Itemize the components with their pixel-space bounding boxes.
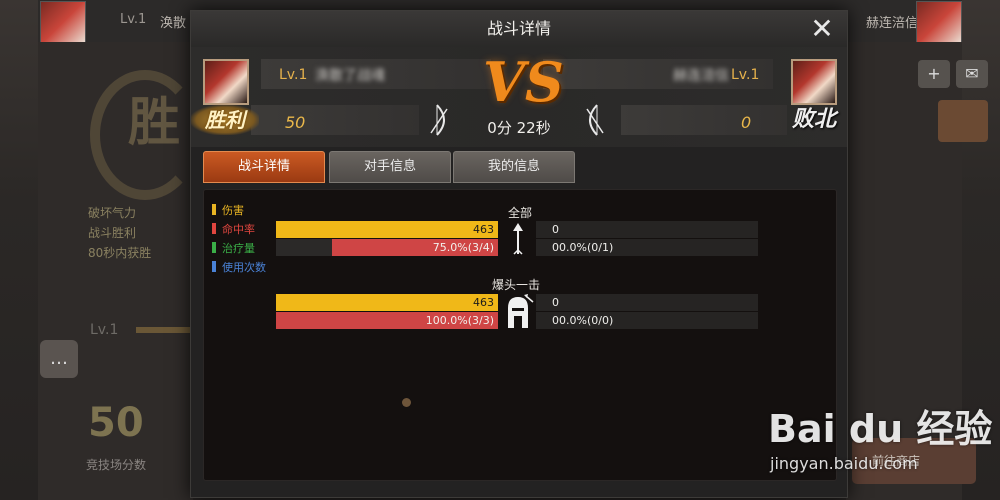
background-arena-score: 50 (88, 400, 144, 446)
tab-battle-details[interactable]: 战斗详情 (203, 151, 325, 183)
background-left-avatar (40, 1, 86, 43)
match-summary: Lv.1 涣散了战魂 胜利 50 VS 0分 22秒 赫连涪信 Lv.1 0 败… (191, 47, 847, 147)
defeat-badge: 败北 (791, 107, 836, 132)
section-title-headshot: 爆头一击 (491, 278, 540, 292)
section-title-all: 全部 (507, 206, 532, 220)
bar-value: 00.0%(0/0) (552, 314, 614, 327)
player2-headshot-damage-bar: 0 (536, 294, 758, 311)
loading-dot (402, 398, 411, 407)
bow-icon (586, 104, 604, 136)
player1-score-plate (251, 105, 419, 135)
player1-all-damage-bar: 463 (276, 221, 498, 238)
player1-headshot-damage-bar: 463 (276, 294, 498, 311)
player2-avatar[interactable] (791, 59, 837, 105)
match-duration: 0分 22秒 (487, 119, 551, 137)
legend-label: 治疗量 (222, 242, 255, 255)
arrow-icon (513, 223, 523, 255)
background-exp-bar (136, 327, 196, 333)
modal-title: 战斗详情 (486, 19, 551, 38)
tab-my-info[interactable]: 我的信息 (453, 151, 575, 183)
background-right-name: 赫连涪信 (866, 16, 919, 31)
bar-value: 0 (552, 223, 559, 236)
player1-name: 涣散了战魂 (315, 68, 385, 84)
add-friend-icon[interactable]: + (918, 60, 950, 88)
battle-stats-panel: 伤害 命中率 治疗量 使用次数 全部 463 75.0%(3/4) 0 00.0… (203, 189, 837, 481)
bar-value: 100.0%(3/3) (425, 314, 494, 327)
player2-score: 0 (741, 113, 752, 132)
close-icon[interactable]: ✕ (805, 13, 839, 45)
player2-headshot-accuracy-bar: 00.0%(0/0) (536, 312, 758, 329)
legend-usage-count: 使用次数 (212, 261, 266, 275)
player1-avatar[interactable] (203, 59, 249, 105)
mail-icon[interactable]: ✉ (956, 60, 988, 88)
background-bottom-level: Lv.1 (90, 322, 119, 338)
legend-swatch (212, 242, 216, 253)
treasure-chest-icon[interactable] (938, 100, 988, 142)
background-right-avatar (916, 1, 962, 43)
legend-label: 使用次数 (222, 261, 266, 274)
background-stat-3: 80秒内获胜 (88, 246, 152, 260)
battle-details-modal: 战斗详情 ✕ Lv.1 涣散了战魂 胜利 50 VS 0分 22秒 赫连涪信 L… (190, 10, 848, 498)
legend-damage: 伤害 (212, 204, 244, 218)
bar-fill (276, 221, 498, 238)
player2-all-damage-bar: 0 (536, 221, 758, 238)
victory-badge: 胜利 (191, 105, 259, 135)
bow-icon (430, 104, 448, 136)
background-stat-1: 破坏气力 (88, 206, 137, 220)
background-stat-2: 战斗胜利 (88, 226, 137, 240)
background-left-level: Lv.1 (120, 12, 147, 27)
bar-value: 75.0%(3/4) (432, 241, 494, 254)
baidu-jingyan-logo: Bai du 经验 (768, 407, 993, 451)
player2-level: Lv.1 (731, 67, 760, 83)
background-left-name: 涣散 (160, 16, 187, 31)
legend-label: 命中率 (222, 223, 255, 236)
bar-fill (276, 294, 498, 311)
helmet-icon (508, 294, 534, 328)
vs-logo: VS (483, 50, 564, 114)
bar-value: 463 (473, 296, 494, 309)
legend-accuracy: 命中率 (212, 223, 255, 237)
player1-level: Lv.1 (279, 67, 308, 83)
player2-all-accuracy-bar: 00.0%(0/1) (536, 239, 758, 256)
background-arena-score-label: 竞技场分数 (86, 458, 147, 472)
legend-swatch (212, 204, 216, 215)
tab-opponent-info[interactable]: 对手信息 (329, 151, 451, 183)
bar-value: 463 (473, 223, 494, 236)
background-victory-text: 胜 (128, 93, 181, 153)
player1-score: 50 (285, 113, 306, 132)
player2-name: 赫连涪信 (673, 68, 729, 84)
player1-headshot-accuracy-bar: 100.0%(3/3) (276, 312, 498, 329)
watermark-url: jingyan.baidu.com (770, 454, 918, 473)
player2-score-plate (621, 105, 787, 135)
legend-swatch (212, 223, 216, 234)
player1-all-accuracy-bar: 75.0%(3/4) (276, 239, 498, 256)
chat-icon[interactable]: … (40, 340, 78, 378)
bar-value: 0 (552, 296, 559, 309)
modal-header: 战斗详情 ✕ (191, 11, 847, 48)
legend-swatch (212, 261, 216, 272)
legend-label: 伤害 (222, 204, 244, 217)
legend-healing: 治疗量 (212, 242, 255, 256)
bar-value: 00.0%(0/1) (552, 241, 614, 254)
